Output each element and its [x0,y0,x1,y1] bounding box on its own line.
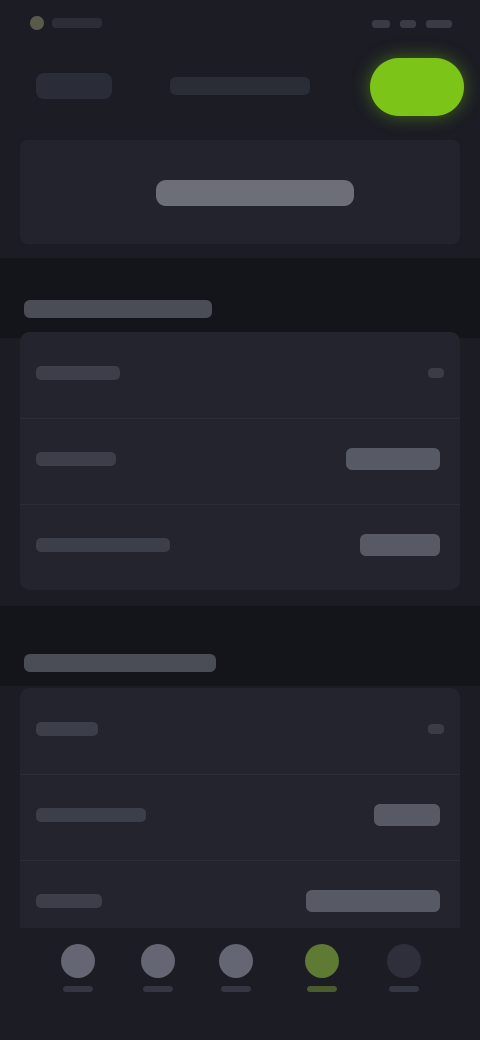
row-label [36,722,98,736]
row-label-text [36,452,37,453]
row-value [346,448,440,470]
row-label [36,452,116,466]
row-value-text [306,890,307,891]
tab-label [63,986,93,992]
app-screen [0,0,480,1040]
row-label [36,808,146,822]
tab-list[interactable] [208,944,264,1020]
row-label-text [36,366,37,367]
row-label [36,894,102,908]
tab-bar [0,928,480,1040]
hero-card[interactable] [20,140,460,244]
hero-label [156,180,354,206]
row-label-text [36,538,37,539]
section-title [24,300,212,318]
home-icon [61,944,95,978]
page-title [170,77,310,95]
section-title [24,654,216,672]
more-icon [387,944,421,978]
chevron-right-icon [428,724,444,734]
settings-row[interactable] [20,332,460,419]
status-time [52,18,102,28]
wifi-icon [400,20,416,28]
row-label [36,366,120,380]
settings-row[interactable] [20,504,460,590]
tab-label [307,986,337,992]
status-bar [0,0,480,56]
row-value [360,534,440,556]
app-icon [30,16,44,30]
row-value [374,804,440,826]
section-title-text [24,300,25,301]
settings-row[interactable] [20,418,460,505]
primary-action-label [370,58,371,59]
hero-label-text [156,180,157,181]
tab-label [143,986,173,992]
row-value-text [346,448,347,449]
settings-card [20,688,460,946]
list-icon [219,944,253,978]
settings-card [20,332,460,590]
status-right [372,20,452,28]
settings-icon [305,944,339,978]
tab-more[interactable] [376,944,432,1020]
tab-label [389,986,419,992]
battery-icon [426,20,452,28]
row-value-text [360,534,361,535]
row-label-text [36,722,37,723]
signal-icon [372,20,390,28]
tab-home[interactable] [50,944,106,1020]
section-header [0,280,480,338]
search-icon [141,944,175,978]
chevron-right-icon [428,368,444,378]
row-label-text [36,808,37,809]
tab-settings[interactable] [294,944,350,1020]
settings-row[interactable] [20,774,460,861]
page-title-text [170,77,171,78]
nav-header [0,56,480,126]
row-value-text [374,804,375,805]
row-value [306,890,440,912]
section-title-text [24,654,25,655]
section-header [0,606,480,686]
status-left [30,16,102,30]
row-label-text [36,894,37,895]
settings-row[interactable] [20,688,460,775]
tab-search[interactable] [130,944,186,1020]
row-label [36,538,170,552]
back-button-label [36,73,37,74]
tab-label [221,986,251,992]
back-button[interactable] [36,73,112,99]
primary-action-button[interactable] [370,58,464,116]
divider [0,258,480,280]
